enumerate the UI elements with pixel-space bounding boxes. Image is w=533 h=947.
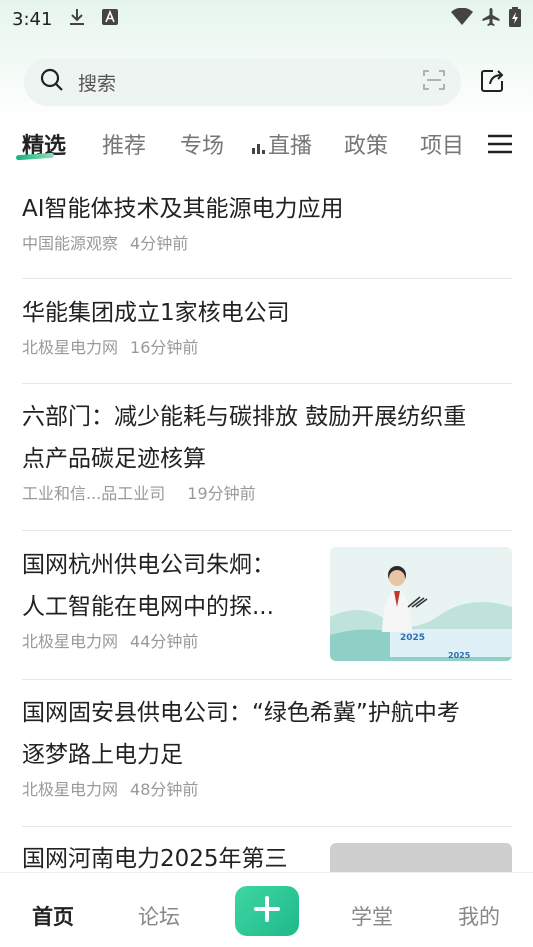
thumb-year-text-2: 2025 [448,651,471,660]
nav-academy[interactable]: 学堂 [351,901,393,931]
item-title: AI智能体技术及其能源电力应用 [22,196,344,222]
item-title-line1: 国网固安县供电公司：“绿色希冀”护航中考 [22,700,460,726]
plus-icon [254,896,280,926]
list-item[interactable]: AI智能体技术及其能源电力应用 中国能源观察 4分钟前 [22,188,512,254]
item-title-line2: 逐梦路上电力足 [22,742,183,768]
download-icon [68,7,86,31]
list-item[interactable]: 国网杭州供电公司朱炯： 人工智能在电网中的探... 北极星电力网 44分钟前 [22,544,322,652]
list-item[interactable]: 华能集团成立1家核电公司 北极星电力网 16分钟前 [22,292,512,358]
item-time: 19分钟前 [187,484,256,503]
item-time: 48分钟前 [130,780,199,799]
item-meta: 北极星电力网 48分钟前 [22,776,512,800]
item-source: 北极星电力网 [22,632,119,651]
divider [22,679,512,680]
menu-icon[interactable] [488,134,512,158]
share-icon[interactable] [480,68,506,98]
item-source: 中国能源观察 [22,234,119,253]
tab-special[interactable]: 专场 [180,128,224,160]
item-source: 北极星电力网 [22,780,119,799]
add-button[interactable] [235,886,299,936]
status-bar: 3:41 [0,0,533,38]
item-source: 工业和信...品工业司 [22,484,166,503]
scan-icon[interactable] [423,70,445,94]
nav-home[interactable]: 首页 [32,901,74,931]
item-title: 华能集团成立1家核电公司 [22,300,290,326]
tab-policy[interactable]: 政策 [344,128,388,160]
divider [22,826,512,827]
item-meta: 工业和信...品工业司 19分钟前 [22,480,512,504]
search-row: 搜索 [0,58,533,108]
category-tabs: 精选 推荐 专场 直播 政策 项目 [0,124,533,168]
item-time: 16分钟前 [130,338,199,357]
live-icon [252,135,266,160]
a-notification-icon [102,9,119,29]
battery-icon [509,7,521,31]
tab-live-label: 直播 [268,134,313,159]
item-meta: 中国能源观察 4分钟前 [22,230,512,254]
status-time: 3:41 [12,8,53,30]
item-source: 北极星电力网 [22,338,119,357]
item-meta: 北极星电力网 44分钟前 [22,628,322,652]
list-item[interactable]: 国网固安县供电公司：“绿色希冀”护航中考 逐梦路上电力足 北极星电力网 48分钟前 [22,692,512,800]
divider [22,530,512,531]
item-time: 44分钟前 [130,632,199,651]
tab-recommended[interactable]: 推荐 [102,128,146,160]
divider [22,278,512,279]
item-title-line2: 点产品碳足迹核算 [22,446,206,472]
item-time: 4分钟前 [130,234,189,253]
bottom-navigation: 首页 论坛 学堂 我的 [0,872,533,947]
search-input[interactable]: 搜索 [24,58,461,106]
wifi-icon [451,7,473,30]
item-title-line2: 人工智能在电网中的探... [22,594,274,620]
item-title-line1: 国网杭州供电公司朱炯： [22,552,275,578]
list-item[interactable]: 六部门：减少能耗与碳排放 鼓励开展纺织重 点产品碳足迹核算 工业和信...品工业… [22,396,512,504]
nav-mine[interactable]: 我的 [458,901,500,931]
tab-live[interactable]: 直播 [252,128,312,160]
divider [22,383,512,384]
search-placeholder: 搜索 [78,72,117,95]
item-title-line1: 六部门：减少能耗与碳排放 鼓励开展纺织重 [22,404,467,430]
item-meta: 北极星电力网 16分钟前 [22,334,512,358]
tab-projects[interactable]: 项目 [420,128,464,160]
airplane-icon [481,7,501,31]
item-thumbnail[interactable]: 2025 2025 [330,547,512,661]
nav-forum[interactable]: 论坛 [138,901,180,931]
search-icon [40,68,64,96]
thumb-year-text: 2025 [400,633,425,643]
